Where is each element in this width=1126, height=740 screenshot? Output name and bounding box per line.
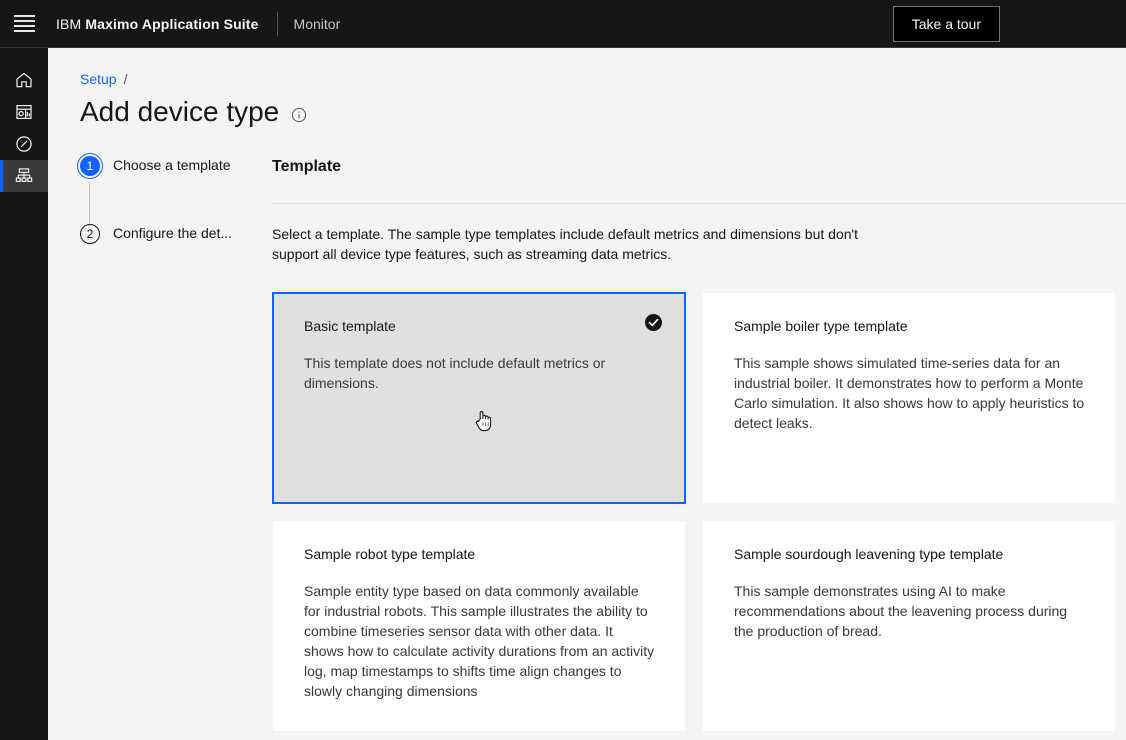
header-divider <box>276 11 278 36</box>
section-divider <box>272 203 1126 204</box>
take-a-tour-button[interactable]: Take a tour <box>892 6 1000 42</box>
step-connector-line <box>89 182 90 224</box>
information-icon[interactable] <box>291 107 307 123</box>
template-card-sample-boiler[interactable]: Sample boiler type template This sample … <box>702 292 1116 504</box>
rail-item-home[interactable] <box>0 64 48 96</box>
brand-prefix: IBM <box>56 15 82 32</box>
header-subtitle[interactable]: Monitor <box>294 16 341 32</box>
progress-step-choose-a-template[interactable]: 1 Choose a template <box>80 156 276 224</box>
dashboard-icon <box>14 102 34 122</box>
rail-item-device-types[interactable] <box>0 160 48 192</box>
step-label: Configure the det... <box>113 225 233 241</box>
page-container: Setup / Add device type 1 Choose a templ… <box>48 48 1126 740</box>
step-number-badge: 1 <box>80 156 100 176</box>
template-panel: Template Select a template. The sample t… <box>272 148 1126 732</box>
hamburger-menu-button[interactable] <box>0 0 48 47</box>
compass-icon <box>14 134 34 154</box>
rail-item-explore[interactable] <box>0 128 48 160</box>
template-section-heading: Template <box>272 158 342 175</box>
content-area: 1 Choose a template 2 Configure the det.… <box>48 148 1126 740</box>
progress-step-list: 1 Choose a template 2 Configure the det.… <box>80 156 276 244</box>
template-card-description: This sample shows simulated time-series … <box>734 355 1085 431</box>
breadcrumb: Setup / <box>80 71 127 87</box>
step-label: Choose a template <box>113 157 231 173</box>
left-navigation-rail <box>0 48 48 740</box>
template-section-description: Select a template. The sample type templ… <box>272 226 859 262</box>
page-title: Add device type <box>80 96 280 127</box>
hierarchy-icon <box>14 166 34 186</box>
template-card-description: Sample entity type based on data commonl… <box>304 583 655 699</box>
template-cards-grid: Basic template This template does not in… <box>272 292 1126 732</box>
template-card-sample-sourdough[interactable]: Sample sourdough leavening type template… <box>702 520 1116 732</box>
rail-item-dashboard[interactable] <box>0 96 48 128</box>
template-card-title: Basic template <box>304 318 396 334</box>
template-card-basic[interactable]: Basic template This template does not in… <box>272 292 686 504</box>
template-card-title: Sample sourdough leavening type template <box>734 546 1004 562</box>
template-card-description: This template does not include default m… <box>304 355 606 391</box>
hamburger-menu-icon <box>13 15 35 32</box>
checkmark-filled-icon <box>645 314 662 331</box>
template-card-sample-robot[interactable]: Sample robot type template Sample entity… <box>272 520 686 732</box>
page-title-row: Add device type <box>80 94 307 130</box>
template-card-title: Sample boiler type template <box>734 318 908 334</box>
home-icon <box>14 70 34 90</box>
progress-step-configure-the-details[interactable]: 2 Configure the det... <box>80 224 276 244</box>
brand-title[interactable]: IBM Maximo Application Suite <box>48 16 259 32</box>
template-card-title: Sample robot type template <box>304 546 476 562</box>
breadcrumb-separator: / <box>123 71 128 87</box>
app-header: IBM Maximo Application Suite Monitor Tak… <box>0 0 1126 48</box>
step-number-badge: 2 <box>80 224 100 244</box>
template-card-description: This sample demonstrates using AI to mak… <box>734 583 1068 639</box>
brand-name: Maximo Application Suite <box>85 15 259 32</box>
breadcrumb-link-setup[interactable]: Setup <box>80 71 117 87</box>
